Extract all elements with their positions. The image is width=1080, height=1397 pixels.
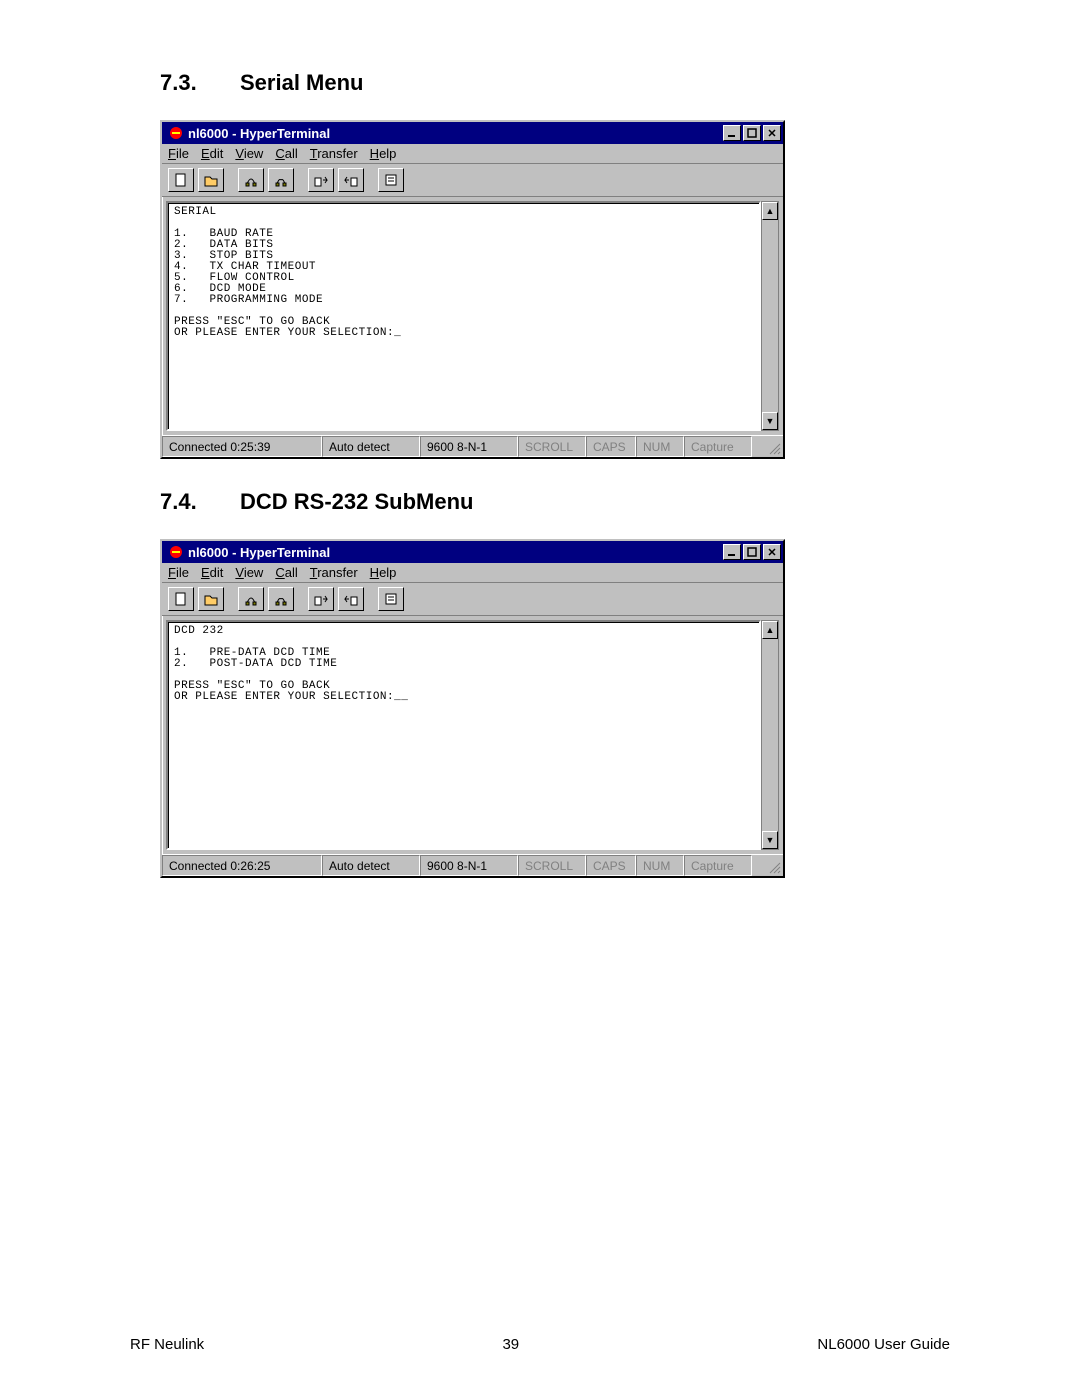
minimize-button[interactable] — [723, 125, 741, 141]
status-params: 9600 8-N-1 — [420, 855, 518, 876]
connect-icon[interactable] — [238, 168, 264, 192]
resize-grip-icon[interactable] — [752, 436, 783, 457]
minimize-button[interactable] — [723, 544, 741, 560]
menubar: File Edit View Call Transfer Help — [162, 144, 783, 164]
receive-icon[interactable] — [338, 168, 364, 192]
window-title: nl6000 - HyperTerminal — [188, 545, 723, 560]
new-icon[interactable] — [168, 168, 194, 192]
resize-grip-icon[interactable] — [752, 855, 783, 876]
menu-view[interactable]: View — [235, 565, 263, 580]
send-icon[interactable] — [308, 587, 334, 611]
heading-title: DCD RS-232 SubMenu — [240, 489, 473, 515]
scroll-down-icon[interactable]: ▼ — [762, 831, 778, 849]
status-params: 9600 8-N-1 — [420, 436, 518, 457]
statusbar: Connected 0:26:25 Auto detect 9600 8-N-1… — [162, 854, 783, 876]
open-icon[interactable] — [198, 587, 224, 611]
menu-edit[interactable]: Edit — [201, 146, 223, 161]
scrollbar[interactable]: ▲ ▼ — [761, 620, 779, 850]
menu-edit[interactable]: Edit — [201, 565, 223, 580]
heading-num: 7.4. — [160, 489, 240, 515]
toolbar — [162, 583, 783, 616]
disconnect-icon[interactable] — [268, 587, 294, 611]
disconnect-icon[interactable] — [268, 168, 294, 192]
close-button[interactable] — [763, 544, 781, 560]
footer-pagenum: 39 — [502, 1336, 519, 1353]
new-icon[interactable] — [168, 587, 194, 611]
menu-transfer[interactable]: Transfer — [310, 565, 358, 580]
menu-file[interactable]: File — [168, 565, 189, 580]
heading-7-3: 7.3. Serial Menu — [160, 70, 950, 96]
status-capture: Capture — [684, 436, 752, 457]
heading-7-4: 7.4. DCD RS-232 SubMenu — [160, 489, 950, 515]
heading-title: Serial Menu — [240, 70, 363, 96]
menu-file[interactable]: File — [168, 146, 189, 161]
status-autodetect: Auto detect — [322, 855, 420, 876]
status-scroll: SCROLL — [518, 855, 586, 876]
menu-help[interactable]: Help — [370, 146, 397, 161]
menu-view[interactable]: View — [235, 146, 263, 161]
maximize-button[interactable] — [743, 544, 761, 560]
scroll-up-icon[interactable]: ▲ — [762, 202, 778, 220]
scrollbar[interactable]: ▲ ▼ — [761, 201, 779, 431]
close-button[interactable] — [763, 125, 781, 141]
status-num: NUM — [636, 436, 684, 457]
properties-icon[interactable] — [378, 168, 404, 192]
receive-icon[interactable] — [338, 587, 364, 611]
status-connected: Connected 0:25:39 — [162, 436, 322, 457]
statusbar: Connected 0:25:39 Auto detect 9600 8-N-1… — [162, 435, 783, 457]
send-icon[interactable] — [308, 168, 334, 192]
footer-left: RF Neulink — [130, 1336, 204, 1353]
status-capture: Capture — [684, 855, 752, 876]
menu-call[interactable]: Call — [275, 565, 297, 580]
menu-call[interactable]: Call — [275, 146, 297, 161]
status-connected: Connected 0:26:25 — [162, 855, 322, 876]
menu-help[interactable]: Help — [370, 565, 397, 580]
maximize-button[interactable] — [743, 125, 761, 141]
scroll-down-icon[interactable]: ▼ — [762, 412, 778, 430]
page-footer: RF Neulink 39 NL6000 User Guide — [130, 1336, 950, 1353]
connect-icon[interactable] — [238, 587, 264, 611]
titlebar[interactable]: nl6000 - HyperTerminal — [162, 122, 783, 144]
terminal-output[interactable]: DCD 232 1. PRE-DATA DCD TIME 2. POST-DAT… — [166, 620, 761, 850]
status-caps: CAPS — [586, 436, 636, 457]
menu-transfer[interactable]: Transfer — [310, 146, 358, 161]
toolbar — [162, 164, 783, 197]
status-autodetect: Auto detect — [322, 436, 420, 457]
app-icon — [168, 125, 184, 141]
hyperterminal-window-2: nl6000 - HyperTerminal File Edit View Ca… — [160, 539, 785, 878]
status-num: NUM — [636, 855, 684, 876]
properties-icon[interactable] — [378, 587, 404, 611]
status-caps: CAPS — [586, 855, 636, 876]
footer-right: NL6000 User Guide — [817, 1336, 950, 1353]
status-scroll: SCROLL — [518, 436, 586, 457]
window-title: nl6000 - HyperTerminal — [188, 126, 723, 141]
scroll-up-icon[interactable]: ▲ — [762, 621, 778, 639]
heading-num: 7.3. — [160, 70, 240, 96]
terminal-output[interactable]: SERIAL 1. BAUD RATE 2. DATA BITS 3. STOP… — [166, 201, 761, 431]
menubar: File Edit View Call Transfer Help — [162, 563, 783, 583]
app-icon — [168, 544, 184, 560]
open-icon[interactable] — [198, 168, 224, 192]
titlebar[interactable]: nl6000 - HyperTerminal — [162, 541, 783, 563]
hyperterminal-window-1: nl6000 - HyperTerminal File Edit View Ca… — [160, 120, 785, 459]
